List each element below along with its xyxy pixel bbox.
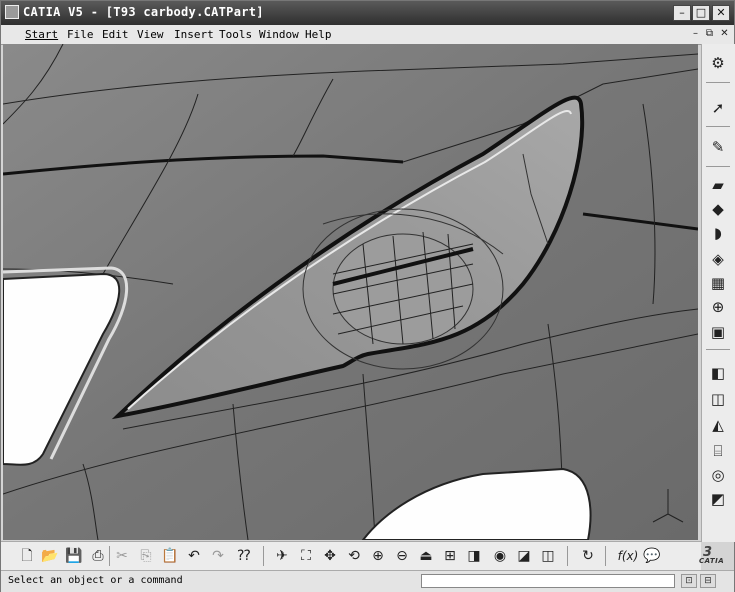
fly-mode-icon[interactable]: ✈ <box>273 547 291 565</box>
menu-help[interactable]: Help <box>305 28 332 41</box>
normal-view-icon[interactable]: ⏏ <box>417 547 435 565</box>
menu-start[interactable]: Start <box>25 28 58 41</box>
zoom-in-icon[interactable]: ⊕ <box>369 547 387 565</box>
catia-window: CATIA V5 - [T93 carbody.CATPart] – □ ✕ S… <box>0 0 735 592</box>
stop-command-button[interactable]: ⊟ <box>700 574 716 588</box>
car-body-model <box>3 44 698 540</box>
select-arrow-icon[interactable]: ➚ <box>709 99 727 117</box>
right-toolbar: ⚙ ➚ ✎ ▰ ◆ ◗ ◈ ▦ ⊕ ▣ ◧ ◫ ◭ ⌸ ◎ ◩ <box>701 44 735 542</box>
shaft-icon[interactable]: ◗ <box>709 224 727 242</box>
offset-icon[interactable]: ◫ <box>709 390 727 408</box>
doc-minimize-button[interactable]: – <box>689 28 702 40</box>
formula-icon[interactable]: f(x) <box>615 547 641 565</box>
sketch-icon[interactable]: ✎ <box>709 138 727 156</box>
pocket-icon[interactable]: ◆ <box>709 200 727 218</box>
toolbar-separator <box>706 82 730 83</box>
shell-icon[interactable]: ◭ <box>709 416 727 434</box>
fit-all-icon[interactable]: ⛶ <box>297 547 315 565</box>
pan-icon[interactable]: ✥ <box>321 547 339 565</box>
menu-insert[interactable]: Insert <box>174 28 214 41</box>
3d-viewport[interactable] <box>3 44 698 540</box>
command-input[interactable] <box>421 574 675 588</box>
copy-icon[interactable]: ⎘ <box>137 547 155 565</box>
catia-logo: 3 CATIA <box>691 545 733 568</box>
measure-icon[interactable]: ◎ <box>709 466 727 484</box>
new-icon[interactable]: 🗋 <box>18 547 36 565</box>
open-icon[interactable]: 📂 <box>41 547 59 565</box>
catia-app-icon[interactable] <box>5 5 19 19</box>
box-icon[interactable]: ▣ <box>709 323 727 341</box>
cylinder-icon[interactable]: ⌸ <box>709 442 727 460</box>
status-bar: Select an object or a command ⊡ ⊟ <box>1 570 734 592</box>
iso-view-icon[interactable]: ◨ <box>465 547 483 565</box>
menu-tools[interactable]: Tools <box>219 28 252 41</box>
whats-this-icon[interactable]: ⁇ <box>235 547 253 565</box>
render-style-icon[interactable]: ◉ <box>491 547 509 565</box>
swap-visible-icon[interactable]: ◫ <box>539 547 557 565</box>
print-icon[interactable]: ⎙ <box>89 547 107 565</box>
toolbar-separator <box>706 166 730 167</box>
multi-view-icon[interactable]: ⊞ <box>441 547 459 565</box>
rib-icon[interactable]: ▦ <box>709 274 727 292</box>
power-input-button[interactable]: ⊡ <box>681 574 697 588</box>
hole-icon[interactable]: ◈ <box>709 250 727 268</box>
cut-icon[interactable]: ✂ <box>113 547 131 565</box>
redo-icon[interactable]: ↷ <box>209 547 227 565</box>
close-button[interactable]: ✕ <box>712 5 730 21</box>
knowledge-icon[interactable]: 💬 <box>643 547 661 565</box>
rotate-icon[interactable]: ⟲ <box>345 547 363 565</box>
window-title: CATIA V5 - [T93 carbody.CATPart] <box>23 5 264 19</box>
maximize-button[interactable]: □ <box>692 5 710 21</box>
logo-word: CATIA <box>699 557 725 565</box>
zoom-out-icon[interactable]: ⊖ <box>393 547 411 565</box>
pad-icon[interactable]: ▰ <box>709 176 727 194</box>
toolbar-separator <box>263 546 264 566</box>
save-icon[interactable]: 💾 <box>65 547 83 565</box>
axis-system-icon[interactable]: ⊕ <box>709 298 727 316</box>
undo-icon[interactable]: ↶ <box>185 547 203 565</box>
toolbar-separator <box>706 349 730 350</box>
toolbar-separator <box>706 126 730 127</box>
doc-close-button[interactable]: ✕ <box>718 28 731 40</box>
update-icon[interactable]: ↻ <box>579 547 597 565</box>
sketcher-gear-icon[interactable]: ⚙ <box>709 54 727 72</box>
toolbar-separator <box>605 546 606 566</box>
hide-show-icon[interactable]: ◪ <box>515 547 533 565</box>
menu-view[interactable]: View <box>137 28 164 41</box>
status-message: Select an object or a command <box>8 575 183 586</box>
apply-material-icon[interactable]: ◩ <box>709 490 727 508</box>
menu-window[interactable]: Window <box>259 28 299 41</box>
doc-restore-button[interactable]: ⧉ <box>703 28 716 40</box>
toolbar-separator <box>567 546 568 566</box>
title-bar[interactable]: CATIA V5 - [T93 carbody.CATPart] – □ ✕ <box>1 1 734 25</box>
plane-icon[interactable]: ◧ <box>709 364 727 382</box>
menu-file[interactable]: File <box>67 28 94 41</box>
menu-bar: Start File Edit View Insert Tools Window… <box>1 25 734 45</box>
toolbar-separator <box>109 546 110 566</box>
menu-edit[interactable]: Edit <box>102 28 129 41</box>
paste-icon[interactable]: 📋 <box>161 547 179 565</box>
minimize-button[interactable]: – <box>673 5 691 21</box>
bottom-toolbar: 🗋 📂 💾 ⎙ ✂ ⎘ 📋 ↶ ↷ ⁇ ✈ ⛶ ✥ ⟲ ⊕ ⊖ ⏏ ⊞ ◨ ◉ … <box>1 541 701 570</box>
